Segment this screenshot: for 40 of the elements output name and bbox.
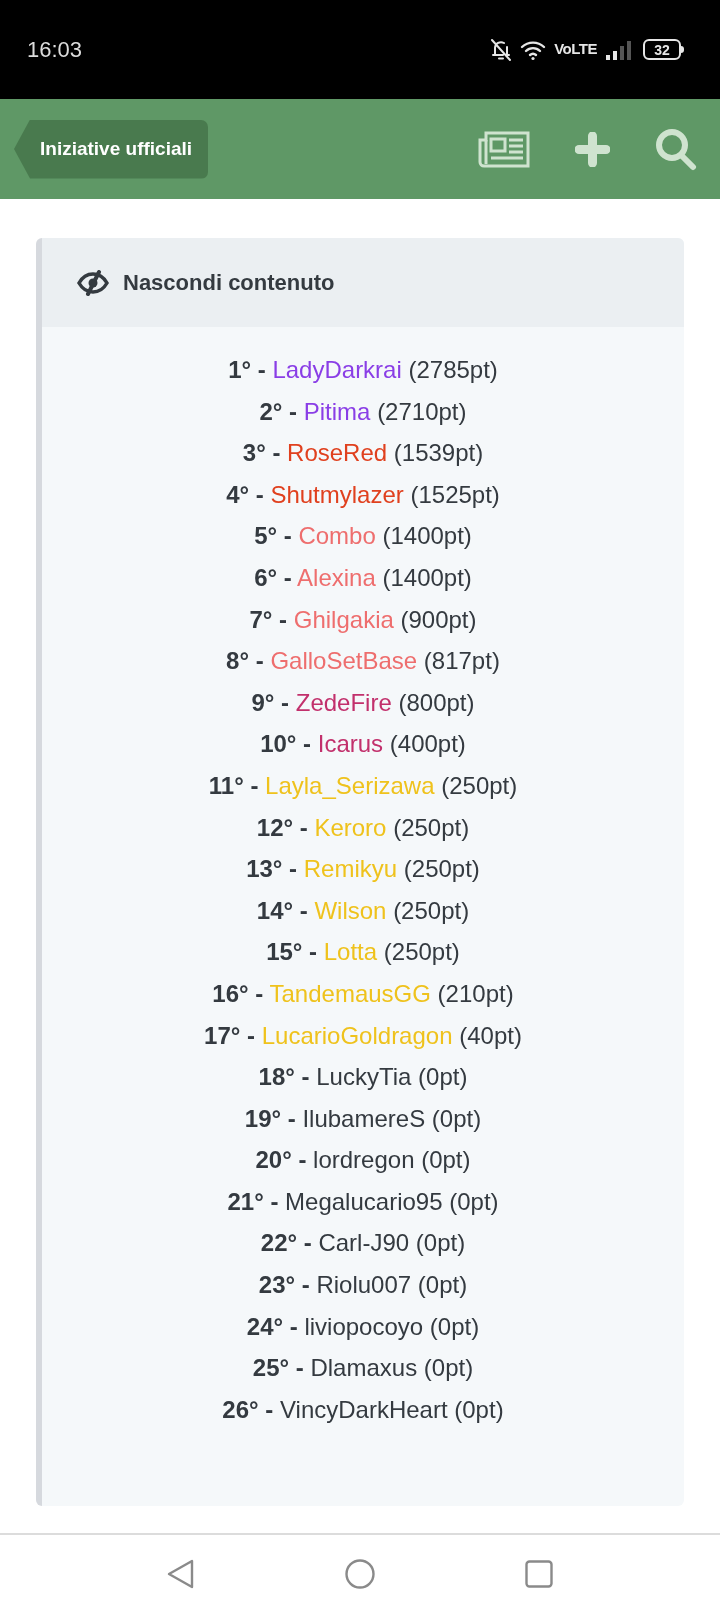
ranking-entry: 2° - Pitima (2710pt) [259,396,467,427]
ranking-entry: 19° - IlubamereS (0pt) [244,1103,482,1134]
ranking-entry: 18° - LuckyTia (0pt) [258,1062,468,1093]
ranking-entry: 26° - VincyDarkHeart (0pt) [222,1394,504,1425]
ranking-entry: 14° - Wilson (250pt) [256,895,470,926]
ranking-entry: 20° - lordregon (0pt) [255,1145,471,1176]
ranking-entry: 22° - Carl-J90 (0pt) [260,1228,466,1259]
ranking-entry: 5° - Combo (1400pt) [254,521,472,552]
ranking-entry: 17° - LucarioGoldragon (40pt) [204,1020,522,1051]
newspaper-icon[interactable] [478,130,530,168]
ranking-entry: 23° - Riolu007 (0pt) [258,1270,468,1301]
ranking-entry: 25° - Dlamaxus (0pt) [252,1353,474,1384]
ranking-entry: 15° - Lotta (250pt) [266,937,460,968]
ranking-entry: 8° - GalloSetBase (817pt) [226,646,500,677]
ranking-entry: 11° - Layla_Serizawa (250pt) [208,770,518,801]
recents-icon[interactable] [525,1559,553,1588]
ranking-entry: 24° - liviopocoyo (0pt) [246,1311,480,1342]
ranking-entry: 1° - LadyDarkrai (2785pt) [228,355,498,385]
bell-off-icon [490,37,513,62]
status-time: 16:03 [27,36,83,64]
ranking-entry: 16° - TandemausGG (210pt) [212,978,514,1009]
ranking-entry: 6° - Alexina (1400pt) [254,562,472,593]
breadcrumb-button[interactable]: Iniziative ufficiali [14,119,209,179]
battery-level: 32 [654,42,670,57]
plus-icon[interactable] [575,131,610,167]
network-type: VoLTE [554,39,597,60]
ranking-entry: 3° - RoseRed (1539pt) [242,438,484,469]
hide-content-toggle[interactable]: Nascondi contenuto [42,238,684,327]
ranking-entry: 13° - Remikyu (250pt) [246,854,480,885]
home-icon[interactable] [345,1558,375,1589]
ranking-entry: 4° - Shutmylazer (1525pt) [226,479,500,510]
ranking-entry: 21° - Megalucario95 (0pt) [227,1186,499,1217]
back-icon[interactable] [167,1558,195,1589]
eye-slash-icon [77,269,109,296]
ranking-entry: 10° - Icarus (400pt) [260,729,466,760]
ranking-entry: 9° - ZedeFire (800pt) [251,687,475,718]
wifi-icon [520,38,547,61]
ranking-entry: 7° - Ghilgakia (900pt) [249,604,477,635]
ranking-entry: 12° - Keroro (250pt) [256,812,470,843]
search-icon[interactable] [655,127,697,171]
